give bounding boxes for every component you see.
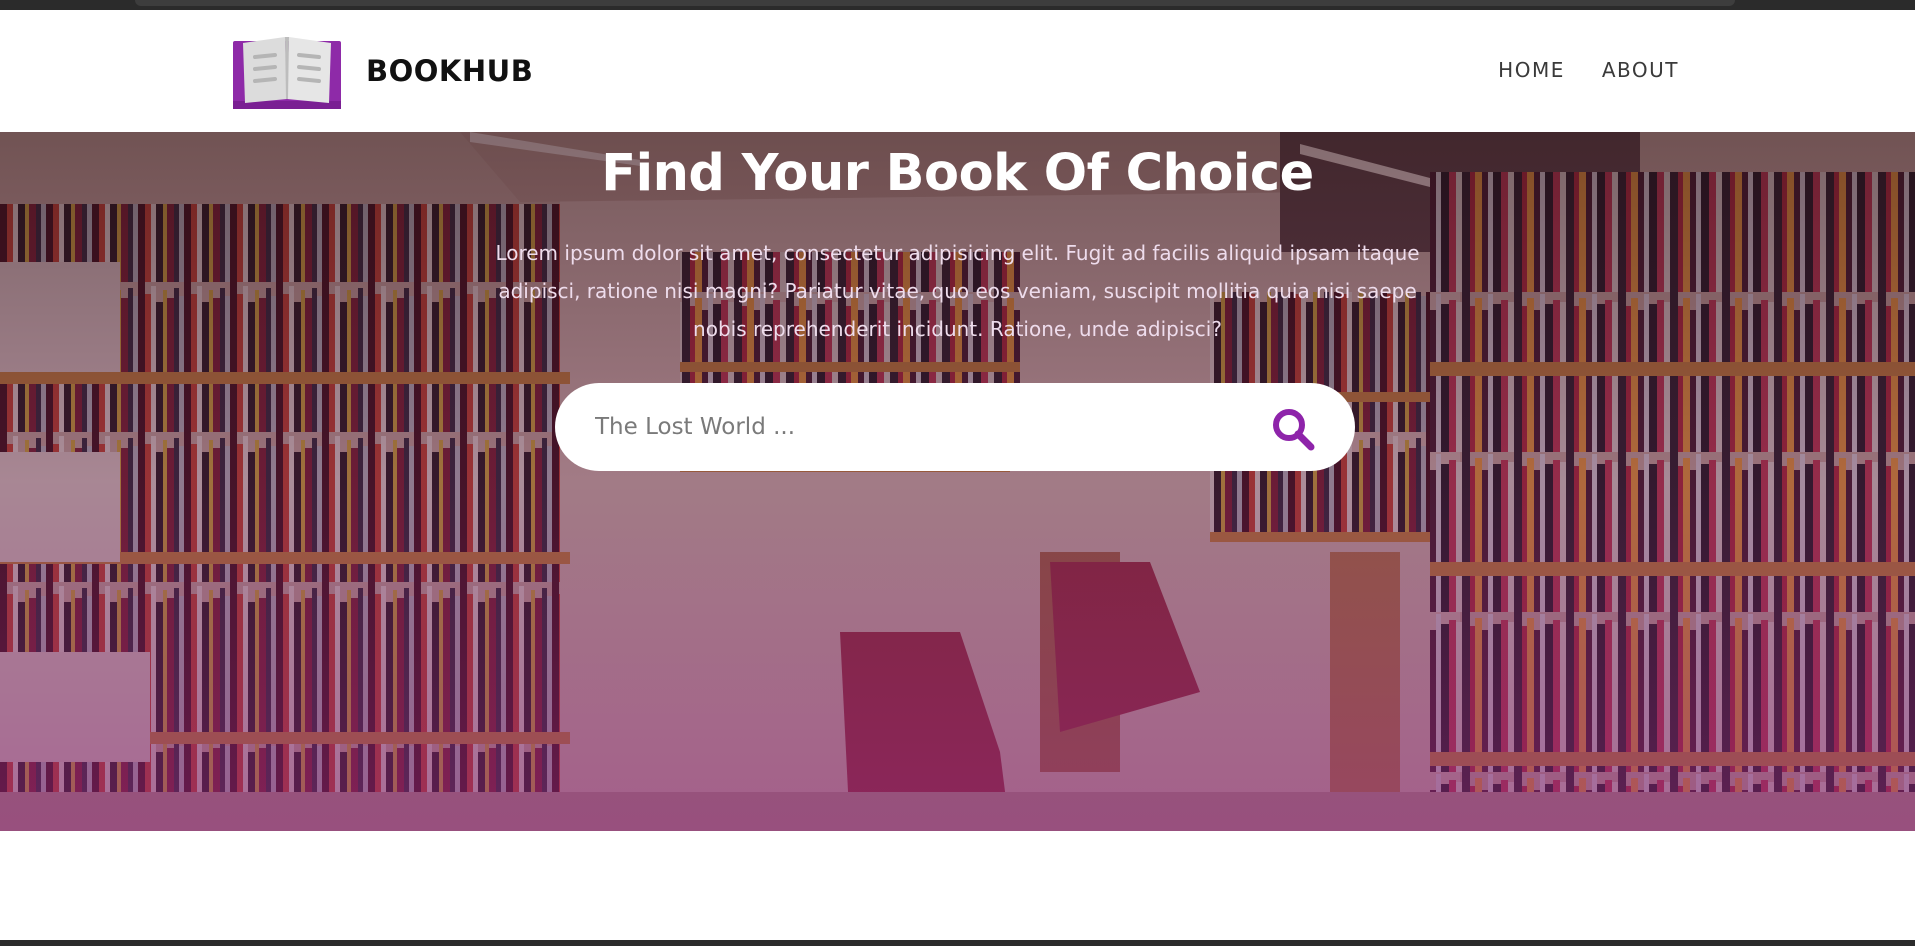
search-button[interactable] (1269, 403, 1321, 455)
nav-about-link[interactable]: ABOUT (1602, 58, 1679, 82)
navbar: BOOKHUB HOME ABOUT (0, 10, 1915, 132)
open-book-icon (233, 37, 341, 109)
hero-description: Lorem ipsum dolor sit amet, consectetur … (495, 241, 1420, 341)
brand-name: BOOKHUB (366, 54, 534, 88)
hero-title: Find Your Book Of Choice (601, 144, 1314, 203)
browser-bottom-strip (0, 940, 1915, 946)
brand[interactable]: BOOKHUB (231, 33, 533, 109)
browser-top-strip-inner (135, 0, 1735, 6)
search-icon (1273, 409, 1315, 451)
search-bar (555, 383, 1355, 471)
nav-home-link[interactable]: HOME (1498, 58, 1565, 82)
main-nav: HOME ABOUT (1498, 58, 1679, 82)
browser-top-strip (0, 0, 1915, 10)
search-input[interactable] (595, 403, 1235, 451)
hero-section: Find Your Book Of Choice Lorem ipsum dol… (0, 132, 1915, 831)
